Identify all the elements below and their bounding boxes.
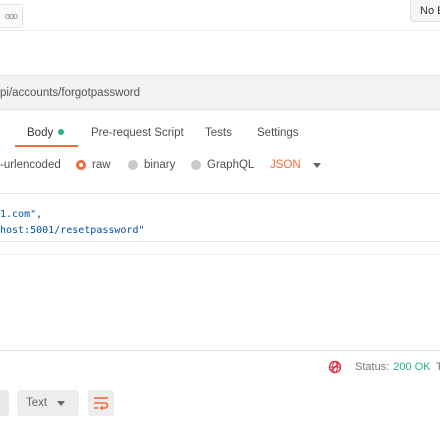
response-format-select[interactable]: Text — [17, 390, 79, 416]
editor-current-line-border — [0, 241, 440, 242]
response-view-button[interactable] — [0, 390, 9, 416]
response-status: Status: 200 OK — [355, 361, 431, 373]
editor-line-1[interactable]: 1.com", — [0, 209, 42, 220]
more-tabs-icon: ooo — [4, 11, 18, 21]
response-time-label: T — [436, 361, 440, 373]
wrap-lines-icon — [94, 397, 109, 410]
body-type-graphql[interactable]: GraphQL — [191, 159, 254, 171]
request-url-input[interactable]: pi/accounts/forgotpassword — [0, 75, 440, 110]
body-type-urlencoded-label: -urlencoded — [0, 159, 61, 171]
editor-line-2[interactable]: host:5001/resetpassword" — [0, 225, 145, 236]
tab-settings[interactable]: Settings — [257, 127, 299, 139]
body-type-binary[interactable]: binary — [128, 159, 175, 171]
more-tabs-button[interactable]: ooo — [0, 4, 23, 28]
response-divider — [0, 350, 440, 351]
json-punctuation: , — [36, 209, 43, 220]
wrap-lines-button[interactable] — [88, 390, 114, 416]
chevron-down-icon — [57, 400, 66, 406]
tab-tests[interactable]: Tests — [205, 127, 232, 139]
globe-icon[interactable] — [328, 360, 342, 374]
response-format-label: Text — [26, 397, 48, 409]
body-indicator-dot — [58, 129, 65, 135]
body-type-graphql-label: GraphQL — [207, 159, 255, 171]
active-tab-underline — [15, 145, 78, 147]
status-value[interactable]: 200 OK — [393, 361, 430, 373]
tab-body[interactable]: Body — [27, 127, 65, 139]
chevron-down-icon — [312, 162, 321, 168]
json-string: host:5001/resetpassword" — [0, 225, 145, 236]
status-label: Status: — [355, 361, 390, 373]
environment-select[interactable]: No E — [410, 0, 440, 22]
radio-icon[interactable] — [191, 160, 201, 170]
tab-body-label: Body — [27, 127, 54, 139]
body-type-raw-label: raw — [92, 159, 111, 171]
raw-format-select[interactable]: JSON — [270, 159, 321, 171]
body-type-urlencoded[interactable]: -urlencoded — [0, 159, 61, 171]
editor-top-border — [0, 193, 440, 194]
body-type-raw[interactable]: raw — [76, 159, 111, 171]
json-string: 1.com" — [0, 209, 37, 220]
tab-pre-request-script[interactable]: Pre-request Script — [91, 127, 184, 139]
raw-format-label: JSON — [270, 159, 301, 171]
body-type-binary-label: binary — [144, 159, 176, 171]
radio-icon[interactable] — [128, 160, 138, 170]
radio-selected-icon[interactable] — [76, 160, 86, 170]
editor-resize-divider[interactable] — [0, 254, 440, 255]
divider — [0, 30, 440, 31]
